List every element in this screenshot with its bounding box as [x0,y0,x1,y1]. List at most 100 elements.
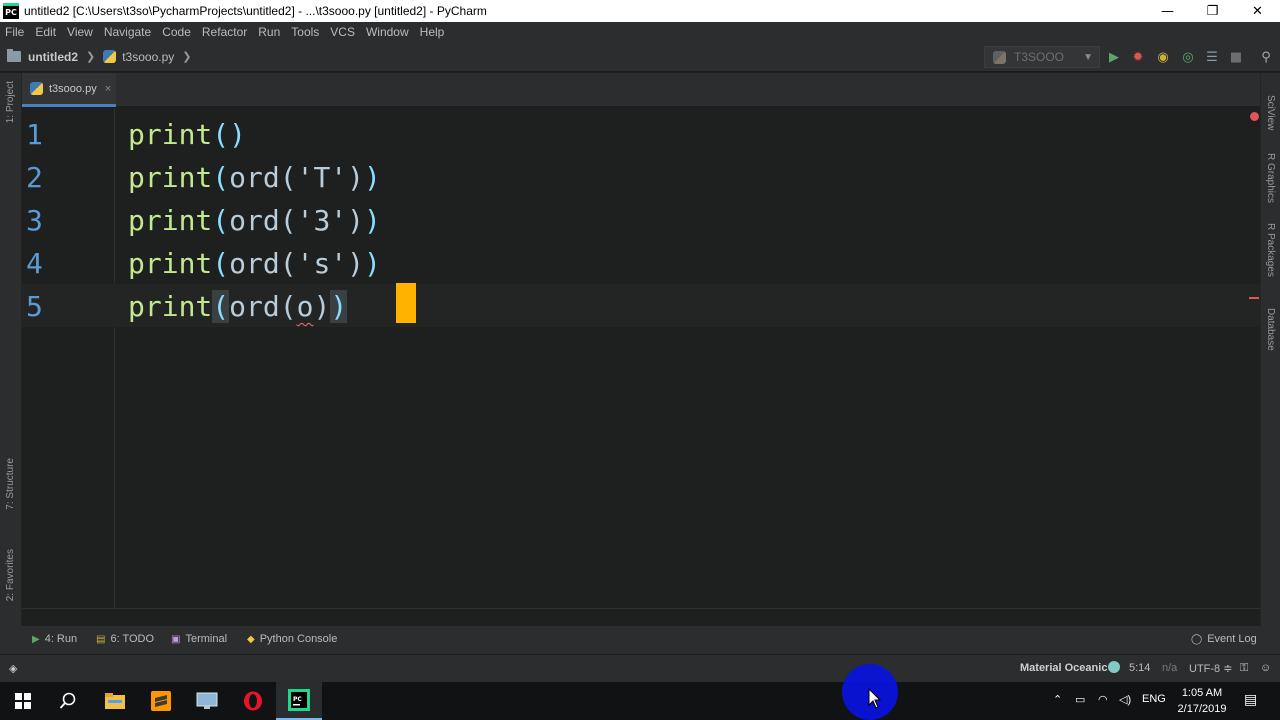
taskbar-clock[interactable]: 1:05 AM 2/17/2019 [1172,685,1232,717]
opera-icon[interactable] [230,682,276,720]
breadcrumb: untitled2 ❯ t3sooo.py ❯ [0,49,199,64]
code-text: print(ord('3')) [128,204,381,237]
minimize-button[interactable]: — [1145,0,1190,22]
tab-t3sooo[interactable]: t3sooo.py × [22,73,116,107]
concurrency-icon[interactable]: ☰ [1204,49,1220,65]
editor-tab-bar: t3sooo.py × [22,73,1260,107]
wifi-icon[interactable]: ◠ [1098,693,1108,706]
battery-icon[interactable]: ▭ [1075,693,1085,706]
window-title: untitled2 [C:\Users\t3so\PycharmProjects… [24,4,487,18]
coverage-icon[interactable]: ◉ [1155,49,1171,65]
editor-bottom-area [22,608,1260,626]
menu-refactor[interactable]: Refactor [202,25,247,39]
language-indicator[interactable]: ENG [1142,693,1166,705]
menu-window[interactable]: Window [366,25,409,39]
pycharm-taskbar-icon[interactable]: PC [276,682,322,720]
menu-bar: File Edit View Navigate Code Refactor Ru… [0,22,1280,42]
volume-icon[interactable]: ◁) [1119,693,1131,706]
tool-window-bar: ▶ 4: Run ▤ 6: TODO ▣ Terminal ◆ Python Conso… [0,626,1280,654]
layers-icon[interactable]: ◈ [9,662,17,675]
folder-icon [7,49,21,62]
svg-text:PC: PC [293,696,302,703]
windows-start-icon[interactable] [0,682,46,720]
theme-indicator[interactable]: Material Oceanic [1020,662,1107,674]
menu-vcs[interactable]: VCS [330,25,355,39]
event-log-tool-button[interactable]: ◯ Event Log [1191,633,1257,645]
breadcrumb-file[interactable]: t3sooo.py [122,50,174,64]
inspector-icon[interactable]: ☺ [1260,662,1271,674]
text-caret [396,283,416,323]
menu-edit[interactable]: Edit [35,25,56,39]
database-tool-button[interactable]: Database [1265,308,1276,351]
file-encoding[interactable]: UTF-8 ≑ [1189,662,1232,675]
caret-position[interactable]: 5:14 [1129,662,1150,674]
python-file-icon [30,82,43,95]
left-tool-strip: 1: Project 7: Structure 2: Favorites [0,73,22,626]
line-number: 3 [26,204,43,237]
event-log-icon: ◯ [1191,633,1203,645]
code-line-current: 5 print(ord(o)) [22,284,1260,327]
python-console-icon: ◆ [247,633,255,645]
terminal-tool-button[interactable]: ▣ Terminal [171,633,227,645]
error-stripe-mark[interactable] [1249,297,1259,299]
code-line: 3 print(ord('3')) [22,198,1260,241]
code-text: print(ord(o)) [128,290,348,323]
code-text: print(ord('T')) [128,161,381,194]
menu-code[interactable]: Code [162,25,191,39]
code-editor[interactable]: 1 print() 2 print(ord('T')) 3 print(ord(… [22,108,1260,608]
sublime-text-icon[interactable] [138,682,184,720]
search-icon[interactable] [45,682,91,720]
menu-file[interactable]: File [5,25,24,39]
sciview-tool-button[interactable]: SciView [1265,95,1276,130]
code-text: print(ord('s')) [128,247,381,280]
menu-view[interactable]: View [67,25,93,39]
windows-taskbar: PC ⌃ ▭ ◠ ◁) ENG 1:05 AM 2/17/2019 ▤ [0,682,1280,720]
chevron-up-icon[interactable]: ⌃ [1053,693,1062,706]
mouse-pointer-icon [868,688,882,709]
tab-label: t3sooo.py [49,82,97,95]
run-configuration-select[interactable]: T3SOOO ▼ [984,46,1100,68]
run-tool-button[interactable]: ▶ 4: Run [32,633,77,645]
structure-tool-button[interactable]: 7: Structure [5,458,16,510]
run-icon[interactable]: ▶ [1106,49,1122,65]
lock-icon[interactable]: ⚿ [1240,662,1248,675]
python-file-icon [103,50,117,63]
project-tool-button[interactable]: 1: Project [5,81,16,123]
rpackages-tool-button[interactable]: R Packages [1265,223,1276,277]
close-button[interactable]: ✕ [1235,0,1280,22]
debug-icon[interactable]: ✹ [1130,49,1146,65]
menu-navigate[interactable]: Navigate [104,25,151,39]
menu-help[interactable]: Help [420,25,445,39]
stop-icon[interactable]: ■ [1228,49,1244,65]
line-number: 5 [26,290,43,323]
run-icon: ▶ [32,633,40,645]
chevron-down-icon: ▼ [1083,51,1093,63]
todo-icon: ▤ [96,633,106,645]
search-icon[interactable]: ⚲ [1258,49,1274,65]
title-bar: PC untitled2 [C:\Users\t3so\PycharmProje… [0,0,1280,22]
code-line: 2 print(ord('T')) [22,155,1260,198]
line-number: 4 [26,247,43,280]
close-tab-icon[interactable]: × [105,83,111,95]
chevron-right-icon: ❯ [182,51,192,63]
favorites-tool-button[interactable]: 2: Favorites [5,549,16,601]
restore-button[interactable]: ❐ [1190,0,1235,22]
menu-tools[interactable]: Tools [291,25,319,39]
python-console-tool-button[interactable]: ◆ Python Console [247,633,337,645]
code-line: 1 print() [22,112,1260,155]
profile-icon[interactable]: ◎ [1180,49,1196,65]
rgraphics-tool-button[interactable]: R Graphics [1265,153,1276,203]
error-indicator-icon[interactable] [1250,112,1259,121]
breadcrumb-project[interactable]: untitled2 [28,50,78,64]
line-separator[interactable]: n/a [1162,662,1177,674]
theme-color-icon [1108,661,1120,673]
file-explorer-icon[interactable] [92,682,138,720]
pycharm-app-icon: PC [3,3,19,19]
clock-date: 2/17/2019 [1177,703,1227,715]
todo-tool-button[interactable]: ▤ 6: TODO [96,633,154,645]
remote-desktop-icon[interactable] [184,682,230,720]
code-line: 4 print(ord('s')) [22,241,1260,284]
menu-run[interactable]: Run [258,25,280,39]
notifications-icon[interactable]: ▤ [1244,691,1257,708]
right-tool-strip: SciView R Graphics R Packages Database [1260,73,1280,626]
